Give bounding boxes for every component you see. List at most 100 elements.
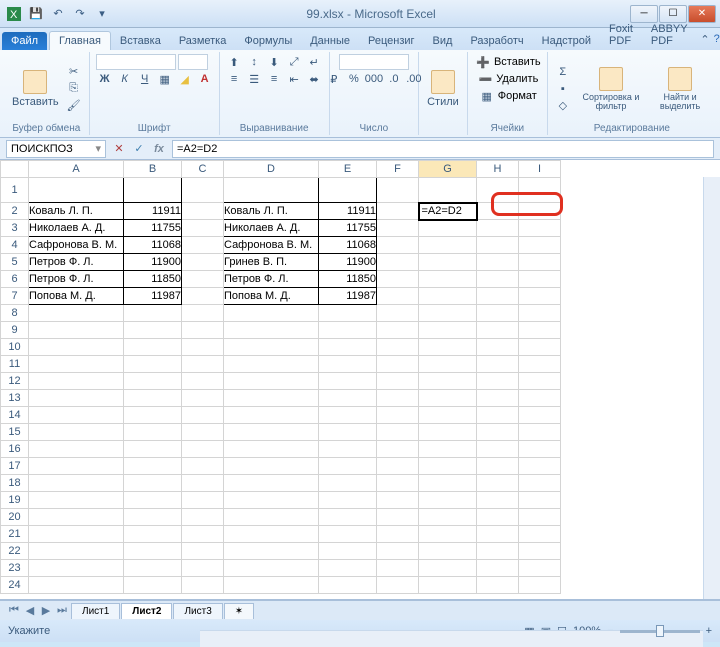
cell-A5[interactable]: Петров Ф. Л. <box>29 254 124 271</box>
vertical-scrollbar[interactable] <box>703 177 720 599</box>
cancel-formula-icon[interactable]: ✕ <box>110 140 128 158</box>
cell-D18[interactable] <box>224 475 319 492</box>
row-header-3[interactable]: 3 <box>1 220 29 237</box>
cell-E3[interactable]: 11755 <box>319 220 377 237</box>
cell-B6[interactable]: 11850 <box>124 271 182 288</box>
cell-C14[interactable] <box>182 407 224 424</box>
accept-formula-icon[interactable]: ✓ <box>130 140 148 158</box>
tab-developer[interactable]: Разработч <box>461 32 532 50</box>
cell-B9[interactable] <box>124 322 182 339</box>
sheet-tab-2[interactable]: Лист2 <box>121 603 172 619</box>
tab-view[interactable]: Вид <box>424 32 462 50</box>
cell-G10[interactable] <box>419 339 477 356</box>
cell-C3[interactable] <box>182 220 224 237</box>
col-header-G[interactable]: G <box>419 161 477 178</box>
orientation-icon[interactable]: ⤢ <box>285 54 303 70</box>
col-header-I[interactable]: I <box>519 161 561 178</box>
cell-G7[interactable] <box>419 288 477 305</box>
row-header-8[interactable]: 8 <box>1 305 29 322</box>
new-sheet-icon[interactable]: ✶ <box>224 603 254 619</box>
row-header-17[interactable]: 17 <box>1 458 29 475</box>
align-left-icon[interactable]: ≡ <box>225 71 243 87</box>
row-header-10[interactable]: 10 <box>1 339 29 356</box>
cell-E7[interactable]: 11987 <box>319 288 377 305</box>
cell-H12[interactable] <box>477 373 519 390</box>
cell-I7[interactable] <box>519 288 561 305</box>
cell-I19[interactable] <box>519 492 561 509</box>
cell-E23[interactable] <box>319 560 377 577</box>
cell-A1[interactable]: Имя <box>29 178 124 203</box>
cell-F21[interactable] <box>377 526 419 543</box>
font-size-selector[interactable] <box>178 54 208 70</box>
cell-E11[interactable] <box>319 356 377 373</box>
col-header-F[interactable]: F <box>377 161 419 178</box>
cell-C18[interactable] <box>182 475 224 492</box>
cell-D22[interactable] <box>224 543 319 560</box>
cell-B7[interactable]: 11987 <box>124 288 182 305</box>
cell-G8[interactable] <box>419 305 477 322</box>
cell-I4[interactable] <box>519 237 561 254</box>
row-header-19[interactable]: 19 <box>1 492 29 509</box>
cell-E19[interactable] <box>319 492 377 509</box>
cell-C9[interactable] <box>182 322 224 339</box>
underline-button[interactable]: Ч <box>136 71 154 87</box>
cell-D19[interactable] <box>224 492 319 509</box>
cell-H20[interactable] <box>477 509 519 526</box>
cell-B1[interactable]: Ставка, руб. <box>124 178 182 203</box>
cell-F11[interactable] <box>377 356 419 373</box>
cell-B11[interactable] <box>124 356 182 373</box>
cell-C24[interactable] <box>182 577 224 594</box>
cell-I20[interactable] <box>519 509 561 526</box>
sort-filter-button[interactable]: Сортировка и фильтр <box>576 65 646 113</box>
cell-H3[interactable] <box>477 220 519 237</box>
cell-I11[interactable] <box>519 356 561 373</box>
cell-edit-input[interactable] <box>420 204 476 219</box>
row-header-12[interactable]: 12 <box>1 373 29 390</box>
cell-E5[interactable]: 11900 <box>319 254 377 271</box>
align-right-icon[interactable]: ≡ <box>265 71 283 87</box>
row-header-14[interactable]: 14 <box>1 407 29 424</box>
cell-E22[interactable] <box>319 543 377 560</box>
col-header-E[interactable]: E <box>319 161 377 178</box>
cell-H11[interactable] <box>477 356 519 373</box>
tab-insert[interactable]: Вставка <box>111 32 170 50</box>
cell-E20[interactable] <box>319 509 377 526</box>
select-all-corner[interactable] <box>1 161 29 178</box>
cell-F16[interactable] <box>377 441 419 458</box>
cell-B20[interactable] <box>124 509 182 526</box>
cell-G18[interactable] <box>419 475 477 492</box>
cell-B16[interactable] <box>124 441 182 458</box>
insert-function-icon[interactable]: fx <box>150 140 168 158</box>
copy-icon[interactable]: ⎘ <box>65 81 83 97</box>
cell-G2[interactable] <box>419 203 477 220</box>
cell-B23[interactable] <box>124 560 182 577</box>
cell-E9[interactable] <box>319 322 377 339</box>
cell-H23[interactable] <box>477 560 519 577</box>
cell-B19[interactable] <box>124 492 182 509</box>
undo-icon[interactable]: ↶ <box>48 4 68 24</box>
redo-icon[interactable]: ↷ <box>70 4 90 24</box>
cell-I16[interactable] <box>519 441 561 458</box>
tab-home[interactable]: Главная <box>49 31 111 50</box>
row-header-21[interactable]: 21 <box>1 526 29 543</box>
tab-file[interactable]: Файл <box>2 32 47 50</box>
cell-I21[interactable] <box>519 526 561 543</box>
cell-D7[interactable]: Попова М. Д. <box>224 288 319 305</box>
cell-I17[interactable] <box>519 458 561 475</box>
cell-C15[interactable] <box>182 424 224 441</box>
cell-D13[interactable] <box>224 390 319 407</box>
find-select-button[interactable]: Найти и выделить <box>650 65 710 113</box>
excel-icon[interactable]: X <box>4 4 24 24</box>
paste-button[interactable]: Вставить <box>10 68 61 110</box>
cell-A23[interactable] <box>29 560 124 577</box>
cell-G3[interactable] <box>419 220 477 237</box>
cell-F18[interactable] <box>377 475 419 492</box>
cell-H5[interactable] <box>477 254 519 271</box>
currency-icon[interactable]: ₽ <box>325 71 343 87</box>
cell-D5[interactable]: Гринев В. П. <box>224 254 319 271</box>
cell-E13[interactable] <box>319 390 377 407</box>
delete-cells-button[interactable]: ➖Удалить <box>476 71 538 87</box>
cell-D17[interactable] <box>224 458 319 475</box>
tab-abbyy[interactable]: ABBYY PDF <box>642 20 697 50</box>
sheet-nav-last-icon[interactable]: ⏭ <box>54 603 70 619</box>
